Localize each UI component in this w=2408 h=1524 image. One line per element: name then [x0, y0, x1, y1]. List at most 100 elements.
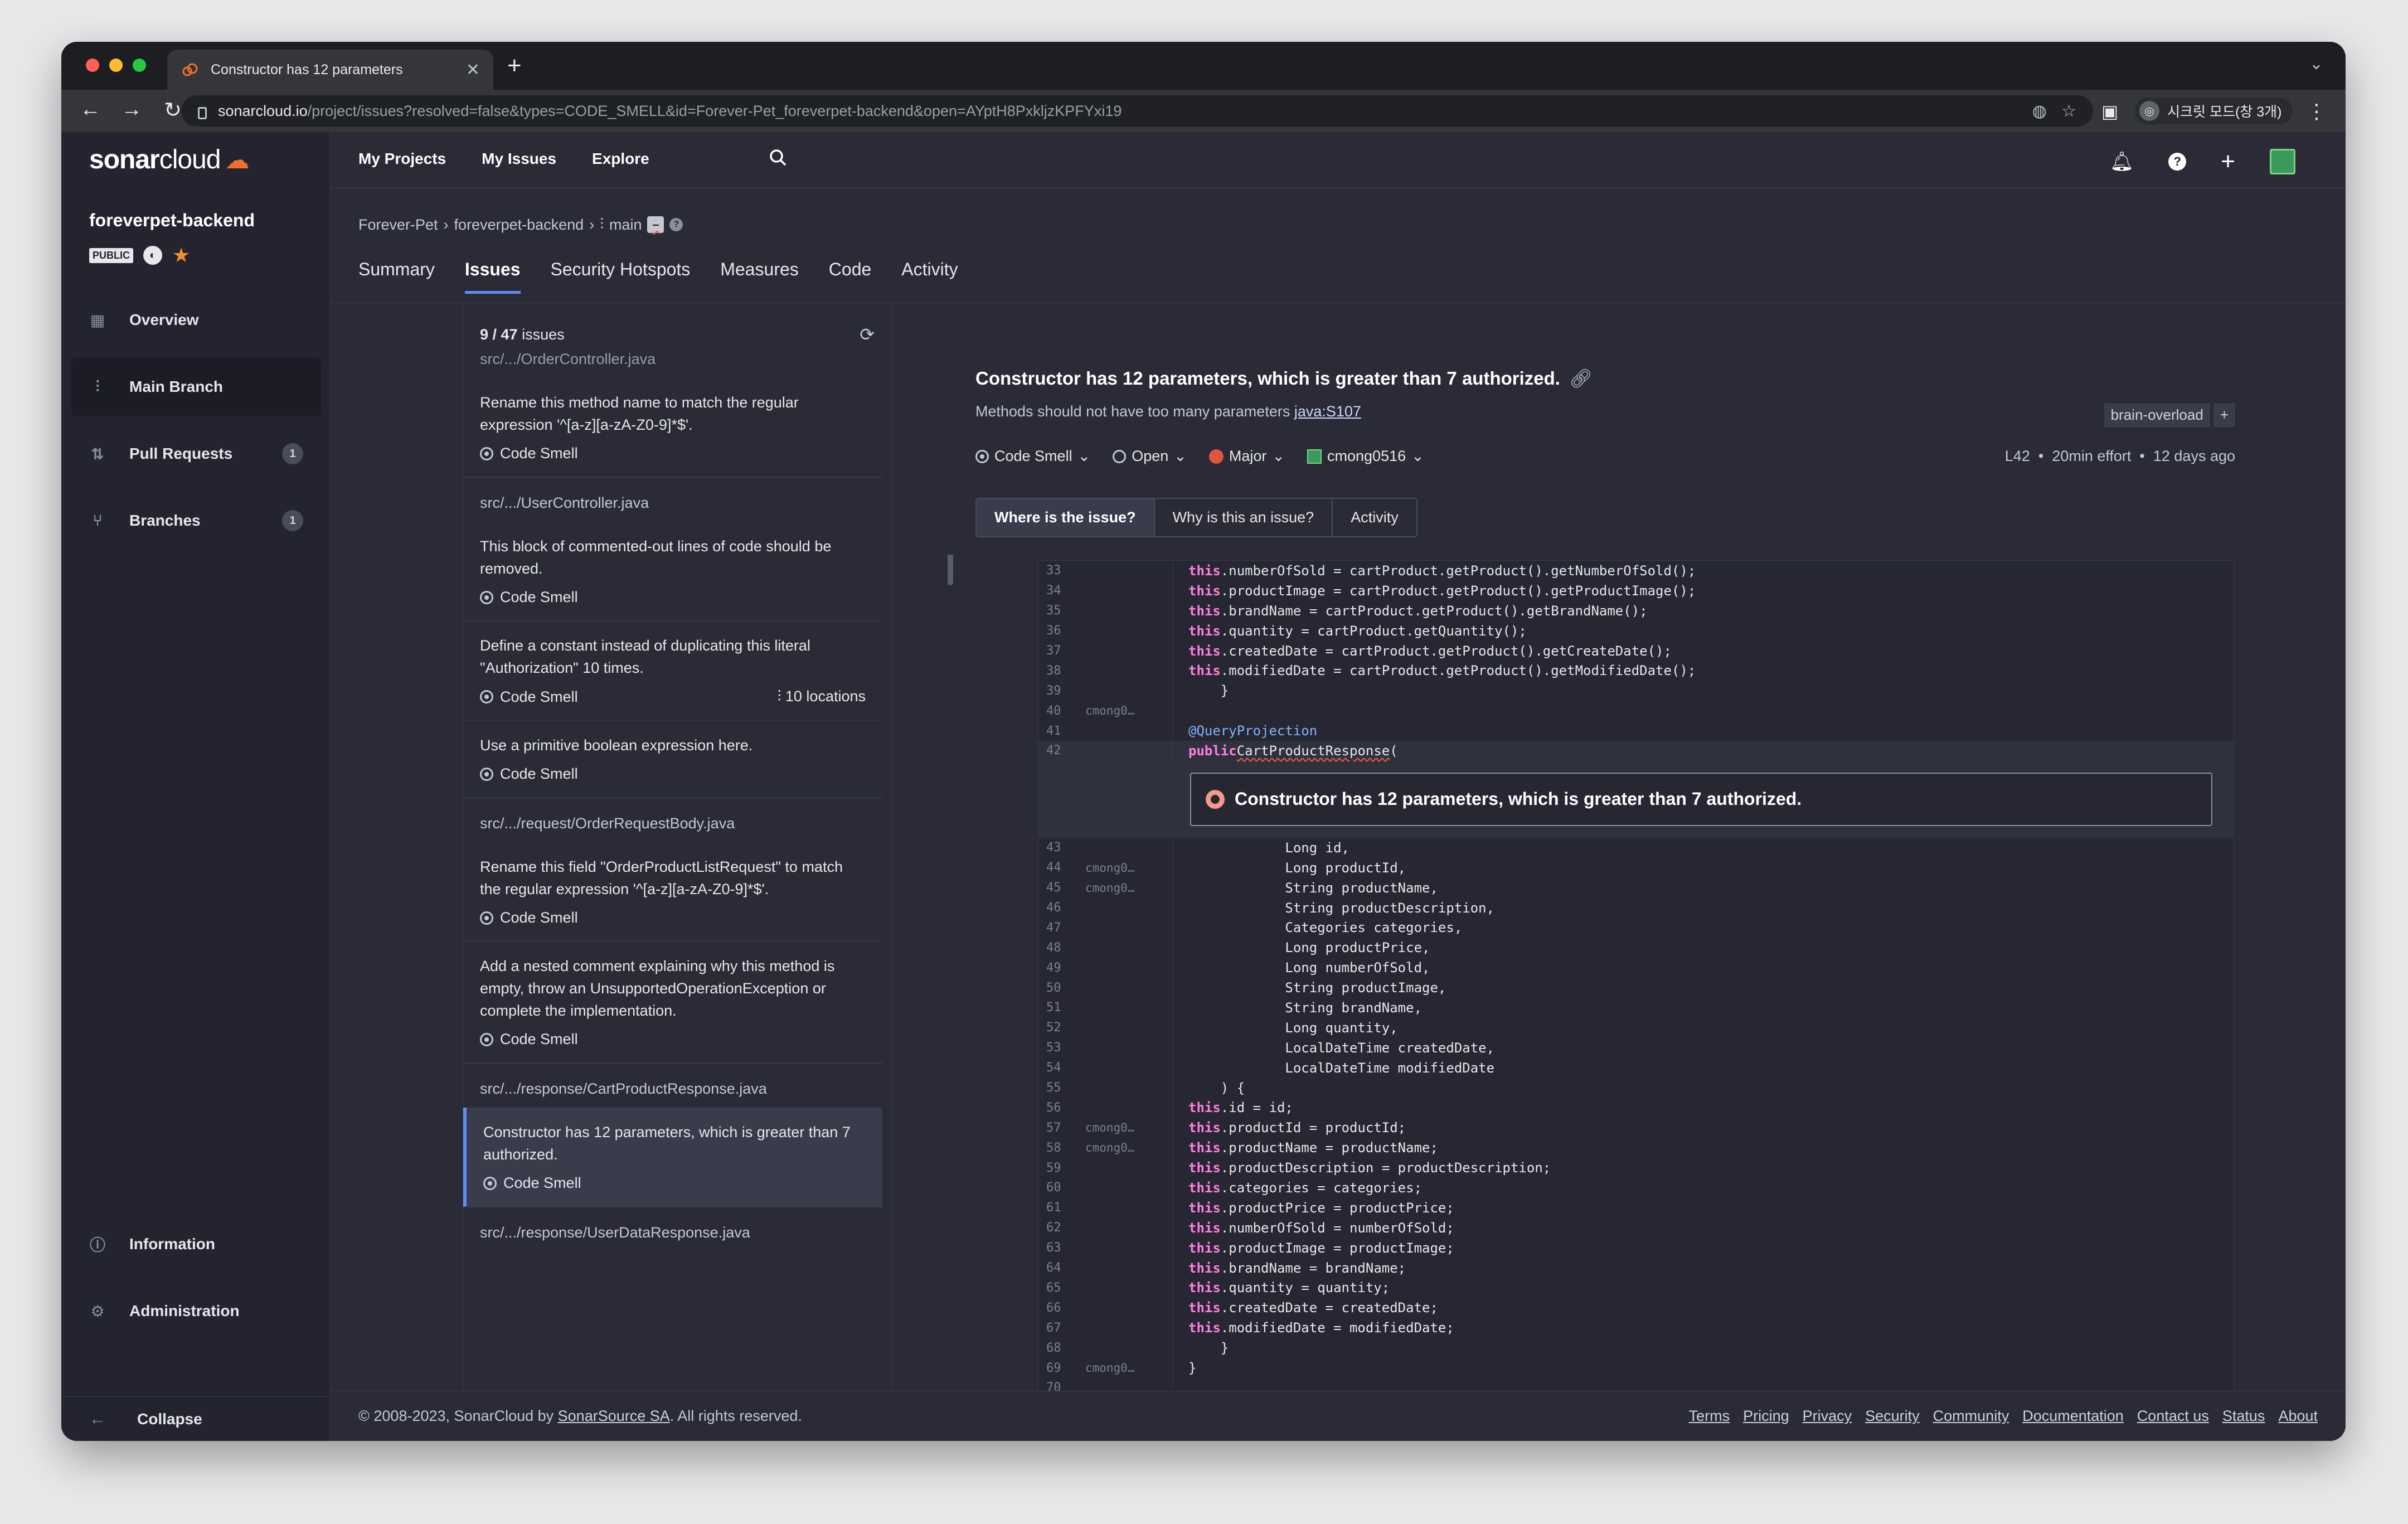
- line-number[interactable]: 34: [1038, 584, 1077, 598]
- sidebar-item-information[interactable]: ⓘ Information: [71, 1215, 321, 1273]
- breadcrumb-org[interactable]: Forever-Pet: [358, 216, 438, 234]
- line-number[interactable]: 33: [1038, 564, 1077, 577]
- line-number[interactable]: 51: [1038, 1001, 1077, 1015]
- line-number[interactable]: 47: [1038, 921, 1077, 935]
- line-number[interactable]: 39: [1038, 684, 1077, 698]
- line-number[interactable]: 66: [1038, 1301, 1077, 1315]
- sonarcloud-logo[interactable]: sonarcloud ☁: [89, 144, 249, 175]
- sidebar-item-overview[interactable]: ▦ Overview: [71, 291, 321, 349]
- project-name[interactable]: foreverpet-backend: [89, 210, 255, 231]
- line-number[interactable]: 62: [1038, 1221, 1077, 1235]
- scm-author[interactable]: cmong0…: [1077, 881, 1172, 895]
- sidepanel-icon[interactable]: ▣: [2101, 101, 2118, 122]
- issue-list-item[interactable]: Rename this field "OrderProductListReque…: [463, 842, 882, 941]
- address-bar[interactable]: sonarcloud.io/project/issues?resolved=fa…: [181, 95, 2093, 127]
- line-number[interactable]: 35: [1038, 604, 1077, 618]
- permalink-icon[interactable]: 🔗︎: [1569, 368, 1593, 389]
- line-number[interactable]: 69: [1038, 1361, 1077, 1375]
- tab-code[interactable]: Code: [829, 259, 872, 294]
- line-number[interactable]: 65: [1038, 1281, 1077, 1295]
- line-number[interactable]: 54: [1038, 1061, 1077, 1075]
- tag-chip[interactable]: brain-overload: [2104, 403, 2210, 427]
- maximize-window-button[interactable]: [133, 59, 146, 72]
- footer-link-community[interactable]: Community: [1933, 1407, 2009, 1425]
- line-number[interactable]: 48: [1038, 941, 1077, 955]
- tab-search-chevron-icon[interactable]: ⌄: [2309, 54, 2323, 74]
- new-tab-icon[interactable]: +: [507, 52, 522, 80]
- issue-line[interactable]: L42: [2005, 448, 2030, 464]
- line-number[interactable]: 46: [1038, 901, 1077, 915]
- branch-help-icon[interactable]: ?: [669, 218, 683, 231]
- scm-author[interactable]: cmong0…: [1077, 704, 1172, 717]
- tab-activity[interactable]: Activity: [901, 259, 958, 294]
- line-number[interactable]: 57: [1038, 1121, 1077, 1135]
- tab-security-hotspots[interactable]: Security Hotspots: [551, 259, 691, 294]
- line-number[interactable]: 63: [1038, 1241, 1077, 1255]
- scm-author[interactable]: cmong0…: [1077, 1121, 1172, 1134]
- create-plus-icon[interactable]: +: [2221, 148, 2235, 176]
- issue-severity-selector[interactable]: Major ⌄: [1208, 448, 1285, 465]
- line-number[interactable]: 49: [1038, 961, 1077, 975]
- tab-issue-activity[interactable]: Activity: [1333, 499, 1416, 536]
- tab-summary[interactable]: Summary: [358, 259, 435, 294]
- sidebar-item-administration[interactable]: ⚙ Administration: [71, 1282, 321, 1340]
- sidebar-item-main-branch[interactable]: ⫶ Main Branch: [71, 358, 321, 416]
- collapse-sidebar-button[interactable]: ← Collapse: [61, 1396, 331, 1441]
- nav-my-issues[interactable]: My Issues: [482, 150, 556, 168]
- nav-my-projects[interactable]: My Projects: [358, 150, 446, 168]
- footer-link-pricing[interactable]: Pricing: [1743, 1407, 1789, 1425]
- footer-link-about[interactable]: About: [2278, 1407, 2318, 1425]
- line-number[interactable]: 67: [1038, 1321, 1077, 1335]
- close-window-button[interactable]: [86, 59, 99, 72]
- tab-where-is-the-issue[interactable]: Where is the issue?: [977, 499, 1155, 536]
- issue-list-item[interactable]: Add a nested comment explaining why this…: [463, 941, 882, 1063]
- line-number[interactable]: 61: [1038, 1201, 1077, 1215]
- line-number[interactable]: 55: [1038, 1081, 1077, 1095]
- user-avatar[interactable]: [2270, 149, 2295, 174]
- add-tag-plus-icon[interactable]: +: [2213, 403, 2235, 427]
- line-number[interactable]: 44: [1038, 861, 1077, 875]
- footer-link-contact-us[interactable]: Contact us: [2137, 1407, 2209, 1425]
- refresh-icon[interactable]: ⟳: [860, 324, 875, 345]
- company-link[interactable]: SonarSource SA: [558, 1407, 670, 1425]
- notifications-bell-icon[interactable]: 🔔︎: [2110, 151, 2134, 173]
- line-number[interactable]: 43: [1038, 841, 1077, 855]
- incognito-icon[interactable]: ◍: [2032, 101, 2047, 121]
- issue-list-item[interactable]: This block of commented-out lines of cod…: [463, 522, 882, 621]
- line-number[interactable]: 68: [1038, 1341, 1077, 1355]
- line-number[interactable]: 64: [1038, 1261, 1077, 1275]
- browser-menu-icon[interactable]: ⋮: [2307, 100, 2327, 123]
- issue-list-item[interactable]: Rename this method name to match the reg…: [463, 378, 882, 477]
- tab-issues[interactable]: Issues: [464, 259, 521, 294]
- close-tab-icon[interactable]: ✕: [466, 60, 480, 80]
- breadcrumb-project[interactable]: foreverpet-backend: [454, 216, 584, 234]
- issue-status-selector[interactable]: Open ⌄: [1113, 448, 1187, 465]
- line-number[interactable]: 37: [1038, 644, 1077, 658]
- line-number[interactable]: 59: [1038, 1161, 1077, 1175]
- favorite-star-icon[interactable]: ★: [172, 244, 190, 267]
- breadcrumb-branch[interactable]: main: [609, 216, 642, 234]
- issue-type-selector[interactable]: Code Smell ⌄: [975, 448, 1090, 465]
- search-icon[interactable]: [768, 148, 788, 168]
- inline-issue-box[interactable]: Constructor has 12 parameters, which is …: [1190, 772, 2212, 826]
- line-number[interactable]: 56: [1038, 1101, 1077, 1115]
- line-number[interactable]: 36: [1038, 624, 1077, 638]
- github-icon[interactable]: ◐: [143, 246, 162, 265]
- issue-assignee-selector[interactable]: cmong0516 ⌄: [1307, 448, 1424, 465]
- footer-link-security[interactable]: Security: [1865, 1407, 1920, 1425]
- scm-author[interactable]: cmong0…: [1077, 1141, 1172, 1154]
- scm-author[interactable]: cmong0…: [1077, 861, 1172, 875]
- line-number[interactable]: 52: [1038, 1021, 1077, 1035]
- line-number[interactable]: 45: [1038, 881, 1077, 895]
- browser-tab[interactable]: Constructor has 12 parameters ✕: [167, 50, 493, 90]
- issue-list-item[interactable]: Constructor has 12 parameters, which is …: [463, 1108, 882, 1207]
- line-number[interactable]: 50: [1038, 981, 1077, 995]
- sidebar-item-pull-requests[interactable]: ⇅ Pull Requests 1: [71, 425, 321, 483]
- bookmark-star-icon[interactable]: ☆: [2061, 101, 2076, 121]
- tab-why-is-this-an-issue[interactable]: Why is this an issue?: [1155, 499, 1333, 536]
- footer-link-terms[interactable]: Terms: [1689, 1407, 1730, 1425]
- line-number[interactable]: 53: [1038, 1041, 1077, 1055]
- help-icon[interactable]: ?: [2168, 153, 2187, 171]
- footer-link-status[interactable]: Status: [2222, 1407, 2265, 1425]
- nav-explore[interactable]: Explore: [592, 150, 649, 168]
